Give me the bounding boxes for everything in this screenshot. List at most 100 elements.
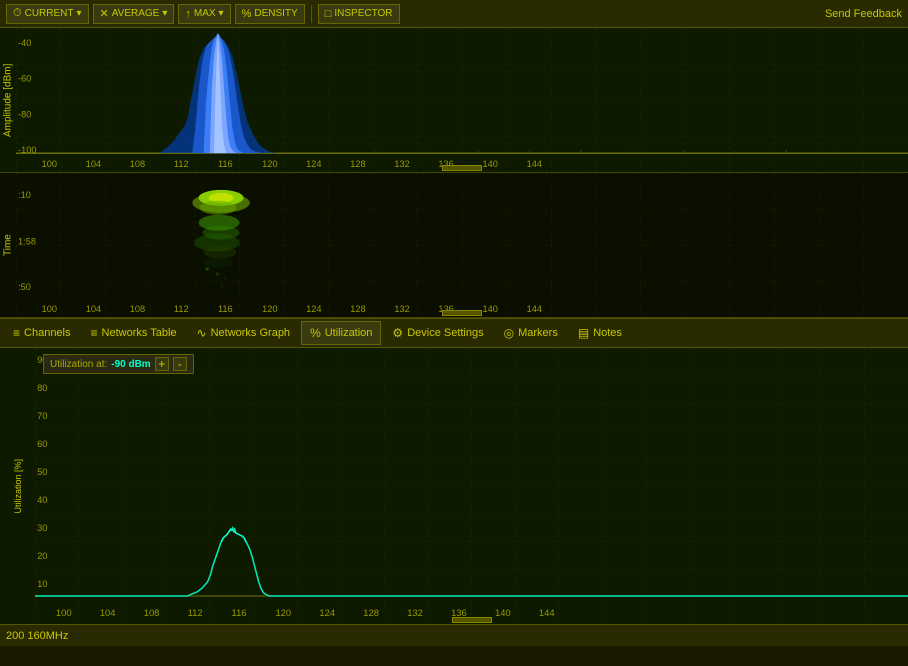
spectrogram-chart: Time :10 1:58 :50 100 104 108 112 1 [0, 173, 908, 318]
svg-text:10: 10 [37, 579, 47, 589]
density-button[interactable]: % DENSITY [235, 4, 305, 24]
svg-text:100: 100 [56, 608, 72, 618]
spectrogram-chart-inner[interactable]: :10 1:58 :50 100 104 108 112 116 120 124… [16, 173, 908, 317]
svg-text:-100: -100 [18, 145, 36, 155]
svg-text:124: 124 [306, 304, 321, 314]
svg-text:140: 140 [483, 304, 498, 314]
svg-text:144: 144 [539, 608, 555, 618]
utilization-label: Utilization [325, 327, 373, 339]
density-label: DENSITY [254, 8, 297, 19]
inspector-label: INSPECTOR [334, 8, 392, 19]
util-control-bar: Utilization at: -90 dBm + - [43, 354, 194, 374]
spectrum-scrollbar[interactable] [442, 165, 482, 171]
spectrogram-svg: :10 1:58 :50 100 104 108 112 116 120 124… [16, 173, 908, 317]
svg-text:120: 120 [262, 159, 277, 169]
svg-text:112: 112 [188, 608, 203, 618]
max-button[interactable]: ↑ MAX ▾ [178, 4, 230, 24]
average-button[interactable]: ✕ AVERAGE ▾ [93, 4, 175, 24]
spectrum-y-label: Amplitude [dBm] [0, 28, 16, 172]
svg-text:120: 120 [262, 304, 277, 314]
svg-text:-80: -80 [18, 110, 31, 120]
networks-graph-icon: ∿ [197, 326, 207, 340]
current-icon: ⏱ [13, 7, 22, 20]
tab-networks-graph[interactable]: ∿ Networks Graph [188, 321, 300, 345]
svg-text::50: :50 [18, 282, 31, 292]
tab-notes[interactable]: ▤ Notes [569, 321, 631, 345]
max-label: MAX [194, 8, 216, 19]
networks-graph-label: Networks Graph [211, 327, 290, 339]
svg-text:140: 140 [495, 608, 511, 618]
svg-text:116: 116 [218, 159, 233, 169]
inspector-button[interactable]: □ INSPECTOR [318, 4, 400, 24]
svg-text:108: 108 [130, 304, 145, 314]
svg-text:112: 112 [174, 159, 189, 169]
notes-label: Notes [593, 327, 622, 339]
status-text: 200 160MHz [6, 630, 68, 642]
spectrum-svg: -40 -60 -80 -100 100 104 108 112 116 120… [16, 28, 908, 172]
svg-text:132: 132 [407, 608, 423, 618]
svg-text:80: 80 [37, 383, 47, 393]
util-plus-button[interactable]: + [155, 357, 169, 371]
svg-text:104: 104 [100, 608, 116, 618]
markers-label: Markers [518, 327, 558, 339]
spectrogram-y-label: Time [0, 173, 16, 317]
channels-label: Channels [24, 327, 70, 339]
svg-text:128: 128 [363, 608, 379, 618]
send-feedback-link[interactable]: Send Feedback [825, 8, 902, 20]
util-chart-area[interactable]: Utilization at: -90 dBm + - 90 80 70 60 [35, 348, 908, 624]
channels-icon: ≡ [13, 326, 20, 340]
tab-networks-table[interactable]: ≡ Networks Table [82, 321, 186, 345]
svg-text:128: 128 [350, 159, 365, 169]
svg-text:140: 140 [483, 159, 498, 169]
tab-device-settings[interactable]: ⚙ Device Settings [383, 321, 492, 345]
util-minus-button[interactable]: - [173, 357, 187, 371]
svg-text:128: 128 [350, 304, 365, 314]
average-icon: ✕ [100, 7, 109, 20]
svg-text:-40: -40 [18, 38, 31, 48]
svg-text:104: 104 [86, 159, 101, 169]
average-label: AVERAGE [112, 8, 160, 19]
tab-utilization[interactable]: % Utilization [301, 321, 381, 345]
markers-icon: ◎ [504, 326, 514, 340]
util-svg: 90 80 70 60 50 40 30 20 10 100 104 108 1… [35, 348, 908, 624]
svg-text:112: 112 [174, 304, 189, 314]
current-dropdown-icon: ▾ [76, 8, 81, 19]
svg-text:116: 116 [232, 608, 247, 618]
svg-text:40: 40 [37, 495, 47, 505]
svg-text::10: :10 [18, 190, 31, 200]
tab-markers[interactable]: ◎ Markers [495, 321, 567, 345]
tab-channels[interactable]: ≡ Channels [4, 321, 80, 345]
max-icon: ↑ [185, 8, 191, 20]
status-bar: 200 160MHz [0, 624, 908, 646]
networks-table-label: Networks Table [102, 327, 177, 339]
util-scrollbar[interactable] [452, 617, 492, 623]
svg-text:30: 30 [37, 523, 47, 533]
spectrogram-scrollbar[interactable] [442, 310, 482, 316]
spectrum-chart-inner[interactable]: -40 -60 -80 -100 100 104 108 112 116 120… [16, 28, 908, 172]
svg-text:144: 144 [527, 159, 542, 169]
svg-text:108: 108 [144, 608, 160, 618]
util-y-axis: Utilization [%] [0, 348, 35, 624]
svg-text:132: 132 [394, 304, 409, 314]
svg-text:124: 124 [306, 159, 321, 169]
svg-text:132: 132 [394, 159, 409, 169]
util-y-label: Utilization [%] [13, 459, 23, 514]
svg-text:116: 116 [218, 304, 233, 314]
svg-text:104: 104 [86, 304, 101, 314]
utilization-panel: Utilization [%] Utilization at: -90 dBm … [0, 348, 908, 624]
separator [311, 5, 312, 23]
notes-icon: ▤ [578, 326, 589, 340]
device-settings-label: Device Settings [407, 327, 483, 339]
density-icon: % [242, 8, 252, 20]
util-control-label: Utilization at: [50, 359, 107, 370]
svg-text:100: 100 [42, 159, 57, 169]
current-button[interactable]: ⏱ CURRENT ▾ [6, 4, 89, 24]
inspector-icon: □ [325, 8, 332, 20]
svg-text:50: 50 [37, 467, 47, 477]
max-dropdown-icon: ▾ [219, 8, 224, 19]
svg-text:100: 100 [42, 304, 57, 314]
device-settings-icon: ⚙ [392, 326, 403, 340]
svg-text:120: 120 [275, 608, 291, 618]
svg-text:60: 60 [37, 439, 47, 449]
svg-text:20: 20 [37, 551, 47, 561]
